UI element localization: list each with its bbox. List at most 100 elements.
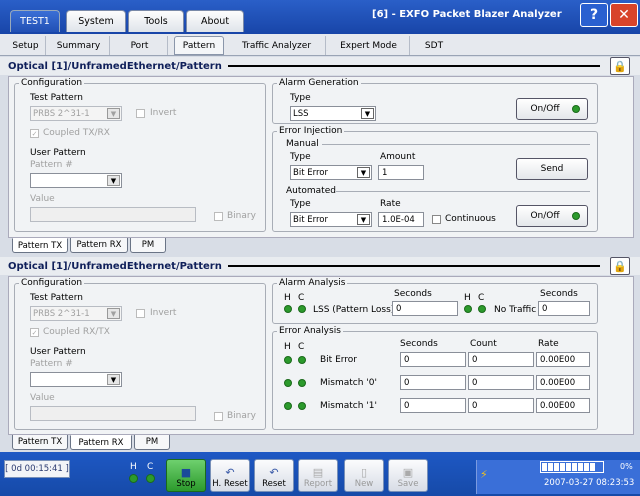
tx-pattern-num-label: Pattern # [30, 160, 73, 170]
tx-test-pattern-label: Test Pattern [30, 93, 83, 103]
lock-config-icon[interactable]: 🔒 [610, 257, 630, 275]
tx-section-title: Optical [1]/UnframedEthernet/Pattern [8, 60, 222, 72]
chevron-down-icon: ▼ [107, 374, 120, 385]
top-tab-tools[interactable]: Tools [128, 10, 184, 32]
close-icon: ✕ [618, 7, 630, 23]
mismatch1-seconds: 0 [400, 398, 466, 413]
help-button[interactable]: ? [580, 3, 608, 27]
chevron-down-icon: ▼ [357, 167, 370, 178]
auto-type-select[interactable]: Bit Error ▼ [290, 212, 372, 227]
battery-icon [540, 461, 604, 473]
top-tab-system[interactable]: System [66, 10, 126, 32]
rx-invert-checkbox[interactable] [136, 309, 145, 318]
tab-traffic-analyzer[interactable]: Traffic Analyzer [228, 36, 326, 55]
automated-label: Automated [286, 186, 336, 196]
tab-pm-2[interactable]: PM [134, 435, 170, 450]
amount-input[interactable]: 1 [378, 165, 424, 180]
tab-pattern-rx[interactable]: Pattern RX [70, 238, 128, 253]
nt-history-led [464, 305, 472, 313]
tab-setup[interactable]: Setup [6, 36, 46, 55]
alarm-onoff-led [572, 105, 580, 113]
mismatch0-label: Mismatch '0' [320, 378, 377, 388]
rx-binary-checkbox[interactable] [214, 412, 223, 421]
chevron-down-icon: ▼ [357, 214, 370, 225]
tab-expert-mode[interactable]: Expert Mode [328, 36, 410, 55]
alarm-type-select[interactable]: LSS ▼ [290, 106, 376, 121]
tab-pm[interactable]: PM [130, 238, 166, 253]
save-button[interactable]: ▣ Save [388, 459, 428, 492]
rx-test-pattern-label: Test Pattern [30, 293, 83, 303]
tab-pattern-tx-2[interactable]: Pattern TX [12, 435, 68, 450]
auto-type-label: Type [290, 199, 311, 209]
manual-type-select[interactable]: Bit Error ▼ [290, 165, 372, 180]
h-reset-button[interactable]: ↶ H. Reset [210, 459, 250, 492]
auto-onoff-button[interactable]: On/Off [516, 205, 588, 227]
mismatch1-rate: 0.00E00 [536, 398, 590, 413]
tx-binary-checkbox[interactable] [214, 212, 223, 221]
top-tab-test1[interactable]: TEST1 [10, 10, 60, 32]
stop-icon: ■ [180, 466, 192, 479]
alarm-type-label: Type [290, 93, 311, 103]
automated-divider [336, 191, 590, 192]
sub-tab-bar: Setup Summary Port Pattern Traffic Analy… [0, 34, 640, 56]
reset-button[interactable]: ↶ Reset [254, 459, 294, 492]
tx-value-label: Value [30, 194, 55, 204]
mismatch0-rate: 0.00E00 [536, 375, 590, 390]
new-document-icon: ▯ [360, 466, 368, 479]
manual-type-value: Bit Error [293, 167, 328, 178]
continuous-checkbox[interactable] [432, 215, 441, 224]
alarm-onoff-label: On/Off [530, 104, 560, 114]
alarm-onoff-button[interactable]: On/Off [516, 98, 588, 120]
rx-test-pattern-select[interactable]: PRBS 2^31-1 ▼ [30, 306, 122, 321]
amount-label: Amount [380, 152, 416, 162]
tab-pattern-rx-2[interactable]: Pattern RX [70, 435, 132, 450]
tx-coupled-checkbox[interactable]: ✓ [30, 129, 39, 138]
status-history-led [129, 474, 138, 483]
tx-test-pattern-select[interactable]: PRBS 2^31-1 ▼ [30, 106, 122, 121]
tx-binary-label: Binary [227, 211, 256, 221]
error-injection-legend: Error Injection [279, 126, 343, 136]
tab-pattern[interactable]: Pattern [174, 36, 224, 55]
err-seconds-header: Seconds [400, 339, 438, 349]
network-icon: ⚡ [480, 468, 488, 481]
h-reset-label: H. Reset [212, 479, 248, 489]
lss-seconds-header: Seconds [394, 289, 432, 299]
rate-input[interactable]: 1.0E-04 [378, 212, 424, 227]
chevron-down-icon: ▼ [107, 108, 120, 119]
tx-invert-checkbox[interactable] [136, 109, 145, 118]
rx-pattern-num-select[interactable]: ▼ [30, 372, 122, 387]
error-analysis-legend: Error Analysis [279, 326, 341, 336]
chevron-down-icon: ▼ [361, 108, 374, 119]
lss-label: LSS (Pattern Loss) [313, 305, 395, 315]
close-button[interactable]: ✕ [610, 3, 638, 27]
tab-pattern-tx[interactable]: Pattern TX [12, 238, 68, 253]
new-button[interactable]: ▯ New [344, 459, 384, 492]
rx-configuration-legend: Configuration [21, 278, 83, 288]
tx-pattern-num-select[interactable]: ▼ [30, 173, 122, 188]
lock-config-icon[interactable]: 🔒 [610, 57, 630, 75]
stop-button[interactable]: ■ Stop [166, 459, 206, 492]
continuous-label: Continuous [445, 214, 496, 224]
rx-value-input[interactable] [30, 406, 196, 421]
report-icon: ▤ [312, 466, 324, 479]
chevron-down-icon: ▼ [107, 308, 120, 319]
tab-port[interactable]: Port [112, 36, 168, 55]
window-title: [6] - EXFO Packet Blazer Analyzer [372, 9, 562, 20]
report-button[interactable]: ▤ Report [298, 459, 338, 492]
tab-sdt[interactable]: SDT [412, 36, 456, 55]
no-traffic-seconds-value: 0 [538, 301, 590, 316]
tab-summary[interactable]: Summary [48, 36, 110, 55]
mismatch1-current-led [298, 402, 306, 410]
rx-header-divider [228, 265, 600, 267]
send-button[interactable]: Send [516, 158, 588, 180]
auto-type-value: Bit Error [293, 214, 328, 225]
mismatch0-seconds: 0 [400, 375, 466, 390]
tx-configuration-legend: Configuration [21, 78, 83, 88]
tx-test-pattern-value: PRBS 2^31-1 [33, 108, 90, 119]
top-tab-about[interactable]: About [186, 10, 244, 32]
rx-coupled-checkbox[interactable]: ✓ [30, 328, 39, 337]
bit-error-history-led [284, 356, 292, 364]
tx-value-input[interactable] [30, 207, 196, 222]
status-current-led [146, 474, 155, 483]
no-traffic-label: No Traffic [494, 305, 537, 315]
